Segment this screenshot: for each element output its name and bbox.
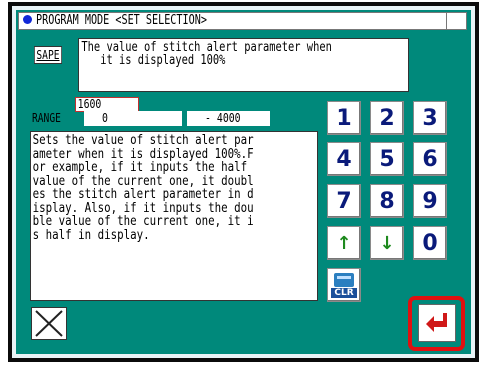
enter-button[interactable] — [418, 304, 456, 342]
key-7-button[interactable]: 7 — [327, 184, 361, 218]
key-8-button[interactable]: 8 — [370, 184, 404, 218]
clear-label: CLR — [331, 287, 357, 298]
key-2-button[interactable]: 2 — [370, 101, 404, 135]
range-min: 0 — [84, 111, 182, 126]
key-0-button[interactable]: 0 — [413, 226, 447, 260]
clear-button[interactable]: CLR — [327, 268, 361, 302]
cancel-button[interactable] — [31, 307, 67, 340]
value-input[interactable]: 1600 — [75, 97, 139, 112]
key-4-button[interactable]: 4 — [327, 142, 361, 176]
range-row: RANGE 0 - 4000 — [32, 111, 272, 126]
value-text: 1600 — [77, 97, 102, 111]
key-6-button[interactable]: 6 — [413, 142, 447, 176]
range-max-text: - 4000 — [205, 111, 241, 125]
title-bar: PROGRAM MODE <SET SELECTION> — [18, 12, 447, 30]
clear-icon — [334, 272, 354, 287]
range-min-text: 0 — [102, 111, 108, 125]
param-code: SAPE — [34, 46, 62, 64]
param-description-text: The value of stitch alert parameter when… — [81, 40, 332, 68]
down-button[interactable]: ↓ — [370, 226, 404, 260]
bullet-icon — [23, 15, 32, 24]
arrow-up-icon: ↑ — [336, 232, 352, 254]
param-description: The value of stitch alert parameter when… — [78, 38, 409, 92]
arrow-down-icon: ↓ — [379, 232, 395, 254]
range-max: - 4000 — [187, 111, 270, 126]
help-text: Sets the value of stitch alert par amete… — [32, 132, 254, 243]
range-label: RANGE — [32, 111, 61, 125]
title-bar-end — [446, 12, 467, 30]
page-title: PROGRAM MODE <SET SELECTION> — [36, 13, 207, 28]
key-9-button[interactable]: 9 — [413, 184, 447, 218]
key-3-button[interactable]: 3 — [413, 101, 447, 135]
key-5-button[interactable]: 5 — [370, 142, 404, 176]
close-x-icon — [35, 310, 63, 337]
help-text-box: Sets the value of stitch alert par amete… — [30, 131, 318, 301]
up-button[interactable]: ↑ — [327, 226, 361, 260]
enter-return-icon — [426, 313, 447, 332]
key-1-button[interactable]: 1 — [327, 101, 361, 135]
